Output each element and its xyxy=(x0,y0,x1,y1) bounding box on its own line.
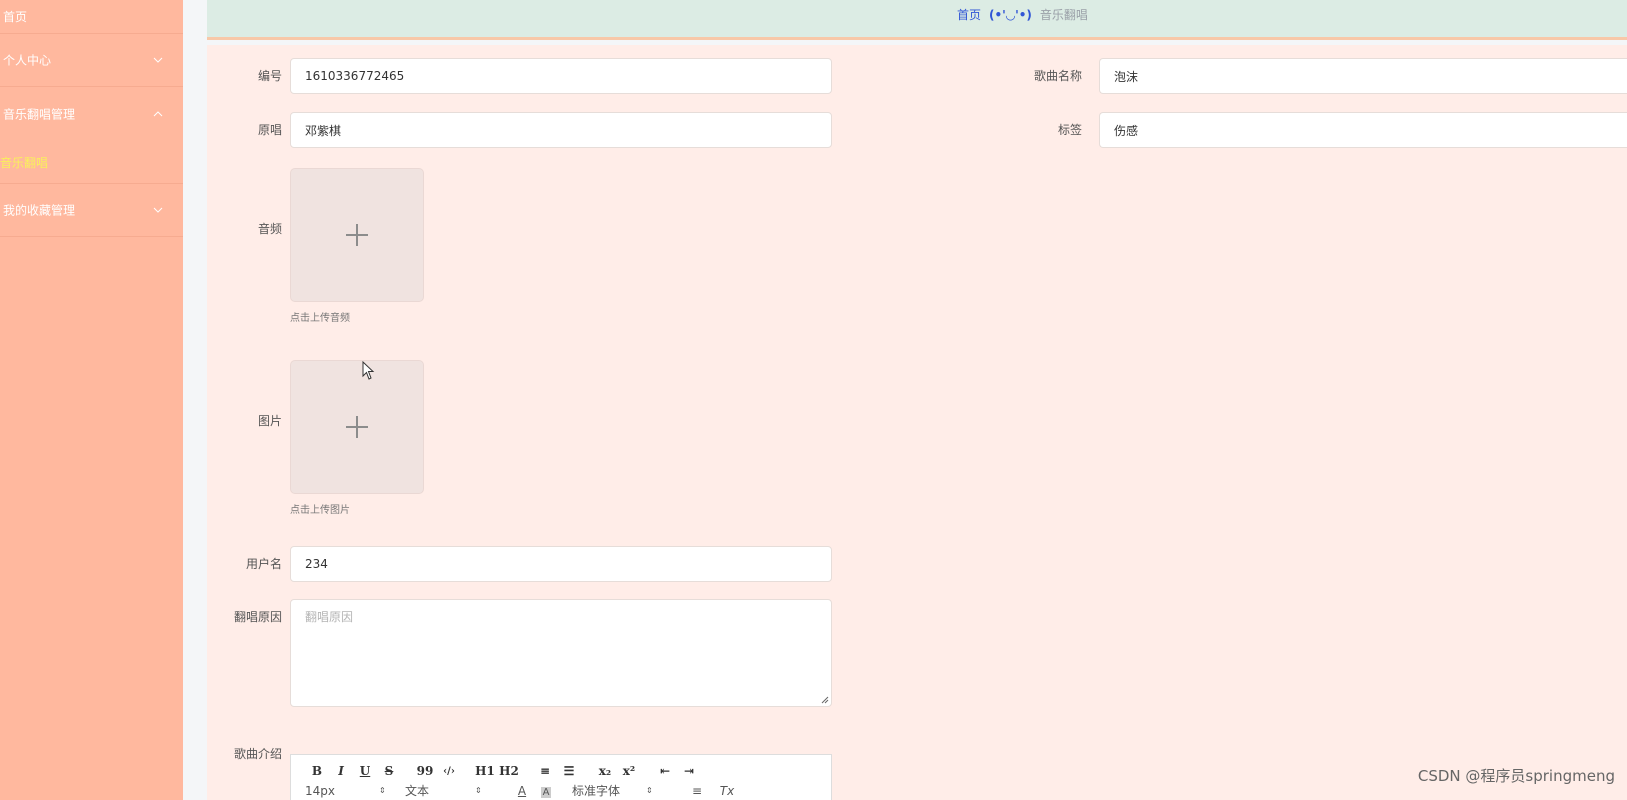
select-caret-icon: ⇕ xyxy=(475,786,482,795)
plus-icon xyxy=(346,416,368,438)
main-content: 首页 (•'◡'•) 音乐翻唱 编号 1610336772465 歌曲名称 泡沫… xyxy=(207,0,1627,800)
blockquote-button[interactable]: 99 xyxy=(413,764,437,778)
subscript-button[interactable]: x₂ xyxy=(593,764,617,778)
select-caret-icon: ⇕ xyxy=(379,786,386,795)
ordered-list-button[interactable]: ≡ xyxy=(533,764,557,778)
sidebar-subitem-label: 音乐翻唱 xyxy=(0,156,49,170)
clear-format-icon[interactable]: Tx xyxy=(712,784,742,798)
sidebar-item-music[interactable]: 音乐翻唱管理 xyxy=(0,87,183,140)
song-name-value: 泡沫 xyxy=(1114,69,1139,84)
editor-toolbar-row-2: 14px ⇕ 文本 ⇕ A A 标准字体 ⇕ ≡ Tx xyxy=(290,781,832,800)
background-color-icon[interactable]: A xyxy=(534,784,558,798)
id-value: 1610336772465 xyxy=(305,69,405,83)
select-caret-icon: ⇕ xyxy=(646,786,653,795)
username-label: 用户名 xyxy=(245,557,282,571)
reason-placeholder: 翻唱原因 xyxy=(305,610,354,624)
sidebar-subitem-music-cover[interactable]: 音乐翻唱 xyxy=(0,140,183,184)
font-family-value: 标准字体 xyxy=(572,784,621,798)
username-value: 234 xyxy=(305,557,328,571)
breadcrumb: 首页 (•'◡'•) 音乐翻唱 xyxy=(957,6,1088,23)
intro-label: 歌曲介绍 xyxy=(233,747,282,761)
sidebar-item-favorites[interactable]: 我的收藏管理 xyxy=(0,184,183,237)
breadcrumb-bar: 首页 (•'◡'•) 音乐翻唱 xyxy=(207,0,1627,40)
bullet-list-button[interactable]: ☰ xyxy=(557,764,581,778)
audio-upload-tip: 点击上传音频 xyxy=(290,313,350,324)
tag-value: 伤感 xyxy=(1114,123,1139,138)
form-panel: 编号 1610336772465 歌曲名称 泡沫 原唱 邓紫棋 标签 伤感 音频… xyxy=(207,45,1627,800)
underline-button[interactable]: U xyxy=(353,764,377,778)
breadcrumb-separator: (•'◡'•) xyxy=(989,7,1032,22)
font-size-value: 14px xyxy=(305,783,335,798)
outdent-button[interactable]: ⇤ xyxy=(653,764,677,778)
indent-button[interactable]: ⇥ xyxy=(677,764,701,778)
singer-input[interactable]: 邓紫棋 xyxy=(290,112,832,148)
image-upload-tip: 点击上传图片 xyxy=(290,505,350,516)
text-type-select[interactable]: 文本 ⇕ xyxy=(405,782,510,799)
id-label: 编号 xyxy=(257,69,282,83)
font-size-select[interactable]: 14px ⇕ xyxy=(305,784,405,798)
chevron-up-icon xyxy=(153,110,163,116)
sidebar-item-personal[interactable]: 个人中心 xyxy=(0,34,183,87)
h2-button[interactable]: H2 xyxy=(497,764,521,778)
mouse-cursor-icon xyxy=(362,361,375,380)
image-upload-button[interactable] xyxy=(290,360,424,494)
resize-handle-icon[interactable] xyxy=(821,696,829,704)
code-button[interactable]: ‹/› xyxy=(437,766,461,777)
id-input[interactable]: 1610336772465 xyxy=(290,58,832,94)
font-family-select[interactable]: 标准字体 ⇕ xyxy=(572,782,682,799)
audio-label: 音频 xyxy=(257,222,282,236)
reason-textarea[interactable]: 翻唱原因 xyxy=(290,599,832,707)
align-icon[interactable]: ≡ xyxy=(682,784,712,798)
sidebar-item-home[interactable]: 首页 xyxy=(0,0,183,34)
editor-toolbar-row-1: B I U S 99 ‹/› H1 H2 ≡ ☰ x₂ x² ⇤ ⇥ xyxy=(291,761,831,781)
tag-label: 标签 xyxy=(1057,123,1082,137)
h1-button[interactable]: H1 xyxy=(473,764,497,778)
song-name-input[interactable]: 泡沫 xyxy=(1099,58,1627,94)
plus-icon xyxy=(346,224,368,246)
bold-button[interactable]: B xyxy=(305,764,329,778)
tag-input[interactable]: 伤感 xyxy=(1099,112,1627,148)
sidebar-item-label: 我的收藏管理 xyxy=(3,203,76,218)
font-color-icon[interactable]: A xyxy=(510,784,534,798)
italic-button[interactable]: I xyxy=(329,764,353,778)
username-input[interactable]: 234 xyxy=(290,546,832,582)
image-label: 图片 xyxy=(257,414,282,428)
audio-upload-button[interactable] xyxy=(290,168,424,302)
breadcrumb-home-link[interactable]: 首页 xyxy=(957,6,981,23)
song-name-label: 歌曲名称 xyxy=(1033,69,1082,83)
text-type-value: 文本 xyxy=(405,784,430,798)
strike-button[interactable]: S xyxy=(377,764,401,778)
reason-label: 翻唱原因 xyxy=(233,610,282,624)
chevron-down-icon xyxy=(153,207,163,213)
sidebar: 首页 个人中心 音乐翻唱管理 音乐翻唱 我的收藏管理 xyxy=(0,0,183,800)
superscript-button[interactable]: x² xyxy=(617,764,641,778)
watermark: CSDN @程序员springmeng xyxy=(1417,767,1615,785)
sidebar-item-label: 个人中心 xyxy=(3,53,52,68)
singer-value: 邓紫棋 xyxy=(305,123,342,138)
sidebar-item-label: 音乐翻唱管理 xyxy=(3,107,76,121)
breadcrumb-current: 音乐翻唱 xyxy=(1039,8,1088,22)
chevron-down-icon xyxy=(153,57,163,63)
sidebar-item-label: 首页 xyxy=(3,10,28,24)
singer-label: 原唱 xyxy=(257,123,282,137)
